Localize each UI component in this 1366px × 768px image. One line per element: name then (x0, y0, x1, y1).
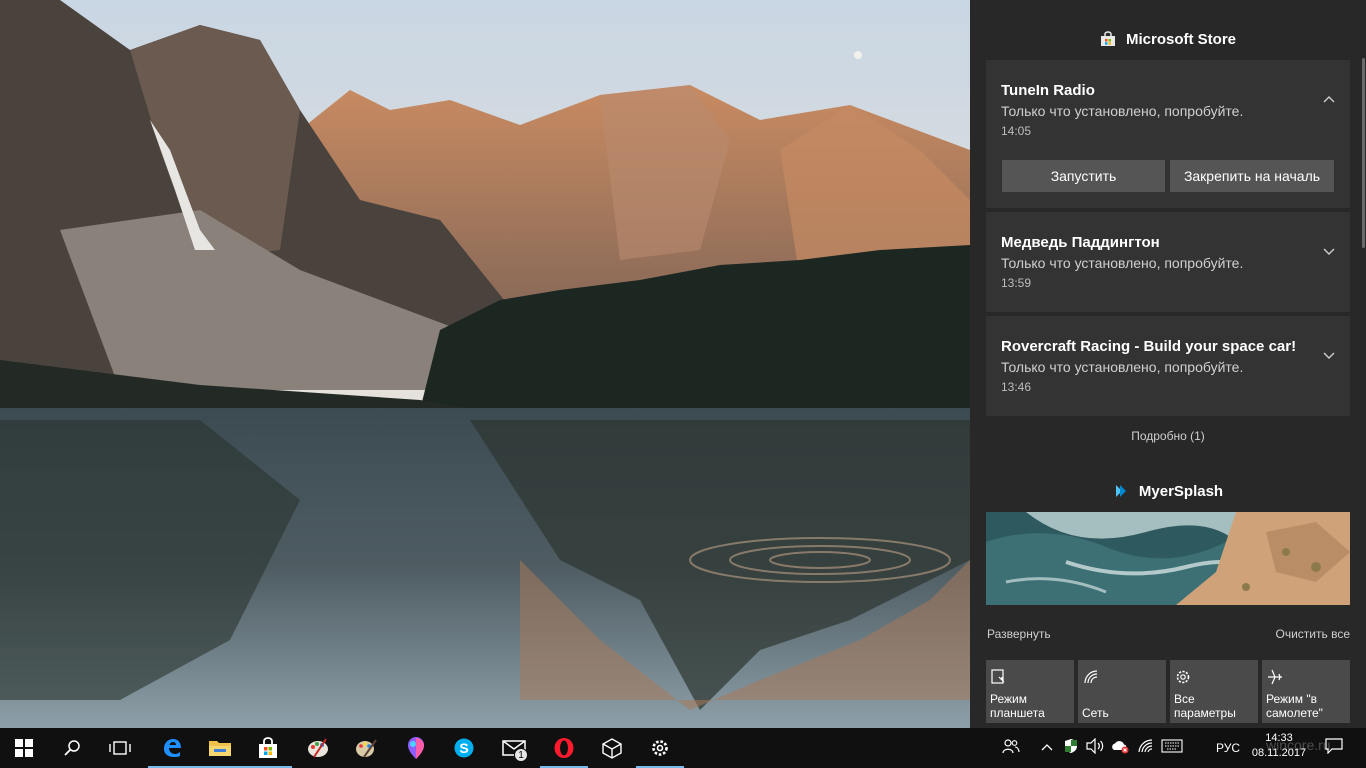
taskbar-store[interactable] (244, 728, 292, 768)
quick-action-all-settings[interactable]: Все параметры (1170, 660, 1258, 723)
quick-action-label: Режим планшета (990, 692, 1045, 720)
quick-action-tablet-mode[interactable]: Режим планшета (986, 660, 1074, 723)
myersplash-group-title: MyerSplash (1138, 482, 1224, 500)
start-button[interactable] (0, 728, 48, 768)
gear-icon (650, 738, 670, 758)
quick-action-network[interactable]: Сеть (1078, 660, 1166, 723)
desktop-wallpaper (0, 0, 970, 728)
wifi-icon (1137, 738, 1155, 759)
taskbar-paint-3d[interactable] (392, 728, 440, 768)
taskbar-mail[interactable]: 1 (490, 728, 538, 768)
notification-rovercraft[interactable]: Rovercraft Racing - Build your space car… (986, 316, 1350, 416)
show-hidden-icons-button[interactable] (1038, 728, 1056, 768)
launch-button[interactable]: Запустить (1002, 160, 1165, 192)
notification-time: 13:46 (1001, 380, 1032, 394)
watermark: wincore.ru (1266, 737, 1331, 753)
folder-icon (208, 738, 232, 758)
taskbar-3d-viewer[interactable] (588, 728, 636, 768)
quick-action-label: Режим "в самолете" (1266, 692, 1323, 720)
people-button[interactable] (998, 728, 1024, 768)
notification-time: 14:05 (1001, 124, 1032, 138)
tray-volume[interactable] (1083, 728, 1107, 768)
taskbar-file-explorer[interactable] (196, 728, 244, 768)
tray-defender[interactable] (1060, 728, 1082, 768)
pin-to-start-button[interactable]: Закрепить на началь (1170, 160, 1334, 192)
people-icon (1002, 738, 1020, 759)
speaker-icon (1085, 737, 1105, 759)
tray-onedrive[interactable] (1108, 728, 1132, 768)
cube-icon (601, 737, 623, 759)
edge-icon (161, 737, 183, 759)
paint-3d-icon (405, 736, 427, 760)
quick-action-airplane-mode[interactable]: Режим "в самолете" (1262, 660, 1350, 723)
opera-icon (553, 737, 575, 759)
network-icon (1082, 668, 1100, 686)
windows-logo-icon (15, 739, 33, 757)
notification-title: TuneIn Radio (1001, 82, 1095, 99)
taskbar-settings[interactable] (636, 728, 684, 768)
show-more-link[interactable]: Подробно (1) (970, 429, 1366, 443)
notification-title: Медведь Паддингтон (1001, 234, 1160, 251)
myersplash-image[interactable] (986, 512, 1350, 605)
action-center-scrollbar[interactable] (1362, 58, 1365, 248)
notification-time: 13:59 (1001, 276, 1032, 290)
shield-icon (1064, 738, 1078, 759)
keyboard-icon (1161, 738, 1183, 758)
notification-paddington[interactable]: Медведь Паддингтон Только что установлен… (986, 212, 1350, 312)
airplane-icon (1266, 668, 1284, 686)
task-view-button[interactable] (96, 728, 144, 768)
settings-icon (1174, 668, 1192, 686)
store-bag-icon (1100, 31, 1116, 47)
notification-body: Только что установлено, попробуйте. (1001, 103, 1244, 119)
store-group-title: Microsoft Store (1125, 30, 1236, 48)
myersplash-icon (1113, 483, 1129, 499)
skype-icon: S (453, 737, 475, 759)
taskbar-paint-classic[interactable] (342, 728, 390, 768)
search-icon (63, 739, 81, 757)
taskbar-skype[interactable]: S (440, 728, 488, 768)
search-button[interactable] (48, 728, 96, 768)
paint-palette-icon (306, 737, 330, 759)
taskbar-opera[interactable] (540, 728, 588, 768)
chevron-down-icon[interactable] (1322, 244, 1336, 258)
myersplash-group-header[interactable]: MyerSplash (970, 476, 1366, 506)
clear-all-link[interactable]: Очистить все (1276, 627, 1350, 641)
taskbar-edge[interactable] (148, 728, 196, 768)
notification-body: Только что установлено, попробуйте. (1001, 255, 1244, 271)
expand-link[interactable]: Развернуть (987, 627, 1051, 641)
taskbar-paint[interactable] (294, 728, 342, 768)
cloud-error-icon (1110, 738, 1130, 759)
task-view-icon (109, 740, 131, 756)
paint-brush-icon (354, 737, 378, 759)
input-language[interactable]: РУС (1216, 728, 1240, 768)
quick-action-label: Все параметры (1174, 692, 1236, 720)
tray-network[interactable] (1134, 728, 1158, 768)
chevron-down-icon[interactable] (1322, 348, 1336, 362)
taskbar: S 1 РУС 14:33 08.11.2017 (0, 728, 1366, 768)
store-bag-icon (257, 737, 279, 759)
chevron-up-icon (1041, 739, 1053, 757)
store-group-header[interactable]: Microsoft Store (970, 24, 1366, 54)
chevron-up-icon[interactable] (1322, 92, 1336, 106)
quick-action-label: Сеть (1082, 706, 1109, 720)
action-center: Microsoft Store TuneIn Radio Только что … (970, 0, 1366, 728)
tray-keyboard[interactable] (1160, 728, 1184, 768)
svg-text:S: S (459, 740, 468, 756)
notification-body: Только что установлено, попробуйте. (1001, 359, 1244, 375)
notification-title: Rovercraft Racing - Build your space car… (1001, 338, 1297, 355)
mail-badge: 1 (514, 748, 528, 762)
notification-tunein[interactable]: TuneIn Radio Только что установлено, поп… (986, 60, 1350, 208)
tablet-mode-icon (990, 668, 1008, 686)
